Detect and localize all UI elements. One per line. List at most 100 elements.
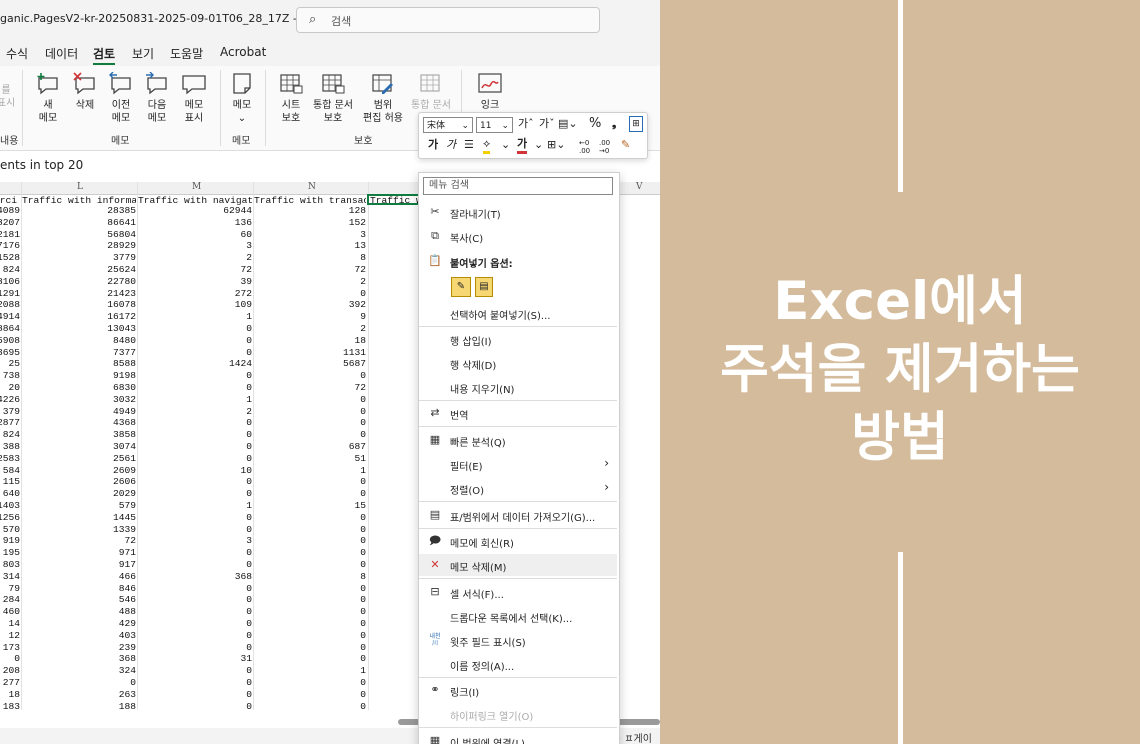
table-cell[interactable]: 0 (138, 584, 252, 594)
table-cell[interactable]: 4226 (0, 395, 20, 405)
table-cell[interactable]: 72 (22, 536, 136, 546)
table-cell[interactable]: 0 (138, 442, 252, 452)
table-cell[interactable]: 16078 (22, 300, 136, 310)
menu-item-format-cells[interactable]: ⊟ 셀 서식(F)... (419, 581, 617, 603)
table-cell[interactable]: 18 (0, 690, 20, 700)
table-cell[interactable]: 971 (22, 548, 136, 558)
menu-item-copy[interactable]: ⧉ 복사(C) (419, 225, 617, 247)
table-cell[interactable]: 2877 (0, 418, 20, 428)
increase-decimal-button[interactable]: ←0 .00 (579, 139, 593, 155)
table-cell[interactable]: 0 (254, 407, 366, 417)
table-cell[interactable]: 136 (138, 218, 252, 228)
table-cell[interactable]: 0 (138, 643, 252, 653)
table-cell[interactable]: 1291 (0, 289, 20, 299)
table-cell[interactable]: 0 (138, 595, 252, 605)
table-cell[interactable]: 917 (22, 560, 136, 570)
table-cell[interactable]: 56804 (22, 230, 136, 240)
table-cell[interactable]: 208 (0, 666, 20, 676)
table-cell[interactable]: 6830 (22, 383, 136, 393)
table-cell[interactable]: 368 (138, 572, 252, 582)
table-cell[interactable]: 0 (254, 702, 366, 710)
table-cell[interactable]: 8 (254, 572, 366, 582)
column-header-m[interactable]: M (192, 182, 201, 192)
menu-item-filter[interactable]: 필터(E) › (419, 453, 617, 475)
table-cell[interactable]: 195 (0, 548, 20, 558)
table-cell[interactable]: 72 (254, 265, 366, 275)
table-cell[interactable]: 2 (138, 253, 252, 263)
table-cell[interactable]: 403 (22, 631, 136, 641)
table-cell[interactable]: 128 (254, 206, 366, 216)
table-cell[interactable]: 1528 (0, 253, 20, 263)
table-cell[interactable]: 0 (138, 702, 252, 710)
table-cell[interactable]: 570 (0, 525, 20, 535)
table-cell[interactable]: 39 (138, 277, 252, 287)
table-cell[interactable]: 824 (0, 265, 20, 275)
table-cell[interactable]: 1 (138, 312, 252, 322)
menu-item-delete-comment[interactable]: ✕ 메모 삭제(M) (419, 554, 617, 576)
menu-item-get-data[interactable]: ▤ 표/범위에서 데이터 가져오기(G)... (419, 504, 617, 526)
protect-sheet-button[interactable]: 시트 보호 (274, 72, 308, 125)
table-cell[interactable]: 803 (0, 560, 20, 570)
menu-item-sort[interactable]: 정렬(O) › (419, 477, 617, 499)
column-header-n[interactable]: N (308, 182, 316, 192)
next-comment-button[interactable]: 다음 메모 (142, 72, 172, 125)
table-cell[interactable]: 20 (0, 383, 20, 393)
table-cell[interactable]: 0 (138, 666, 252, 676)
table-cell[interactable]: 3074 (22, 442, 136, 452)
table-cell[interactable]: 277 (0, 678, 20, 688)
decrease-decimal-button[interactable]: .00 →0 (599, 139, 613, 155)
table-cell[interactable]: 72 (138, 265, 252, 275)
tab-data[interactable]: 데이터 (45, 45, 78, 62)
borders-icon[interactable]: ⊞⌄ (547, 138, 565, 152)
menu-item-cut[interactable]: ✂ 잘라내기(T) (419, 201, 617, 223)
table-cell[interactable]: 239 (22, 643, 136, 653)
table-cell[interactable]: 2 (138, 407, 252, 417)
table-cell[interactable]: 0 (138, 489, 252, 499)
table-cell[interactable]: 314 (0, 572, 20, 582)
menu-search-input[interactable]: 메뉴 검색 (423, 177, 613, 195)
table-cell[interactable]: 8 (254, 253, 366, 263)
table-cell[interactable]: 8106 (0, 277, 20, 287)
tab-help[interactable]: 도움말 (170, 45, 203, 62)
chevron-down-icon[interactable]: ⌄ (534, 138, 543, 152)
table-cell[interactable]: 28929 (22, 241, 136, 251)
table-cell[interactable]: 10 (138, 466, 252, 476)
table-cell[interactable]: 1403 (0, 501, 20, 511)
table-cell[interactable]: 0 (254, 690, 366, 700)
table-cell[interactable]: 2 (254, 324, 366, 334)
align-icon[interactable]: ☰ (464, 138, 474, 152)
table-cell[interactable]: 1131 (254, 348, 366, 358)
accounting-format-icon[interactable]: ▤⌄ (558, 117, 578, 131)
table-cell[interactable]: 466 (22, 572, 136, 582)
table-cell[interactable]: 5687 (254, 359, 366, 369)
menu-item-show-phonetic[interactable]: 내천 川 윗주 필드 표시(S) (419, 629, 617, 651)
table-cell[interactable]: 0 (138, 631, 252, 641)
selected-cell[interactable] (367, 194, 421, 205)
table-cell[interactable]: 1256 (0, 513, 20, 523)
table-cell[interactable]: 86641 (22, 218, 136, 228)
menu-item-quick-analysis[interactable]: ▦ 빠른 분석(Q) (419, 429, 617, 451)
tab-view[interactable]: 보기 (132, 45, 154, 62)
table-cell[interactable]: 392 (254, 300, 366, 310)
tab-formulas[interactable]: 수식 (6, 45, 28, 62)
table-cell[interactable]: 22780 (22, 277, 136, 287)
table-cell[interactable]: 388 (0, 442, 20, 452)
table-cell[interactable]: 0 (138, 513, 252, 523)
notes-button[interactable]: 메모 ⌄ (227, 72, 257, 125)
table-cell[interactable]: 2 (254, 277, 366, 287)
table-cell[interactable]: 1445 (22, 513, 136, 523)
comma-style-button[interactable]: ❟ (612, 117, 616, 131)
header-cell[interactable]: erci (0, 196, 20, 206)
table-cell[interactable]: 7176 (0, 241, 20, 251)
table-cell[interactable]: 183 (0, 702, 20, 710)
table-cell[interactable]: 3 (138, 241, 252, 251)
table-cell[interactable]: 3858 (22, 430, 136, 440)
table-cell[interactable]: 2606 (22, 477, 136, 487)
table-cell[interactable]: 0 (254, 560, 366, 570)
paste-option-values-icon[interactable]: ▤ (475, 277, 493, 297)
header-cell[interactable]: Traffic with transact (254, 196, 366, 206)
table-cell[interactable]: 824 (0, 430, 20, 440)
table-cell[interactable]: 0 (254, 678, 366, 688)
decrease-font-button[interactable]: 가ˇ (539, 117, 555, 131)
workbook-title[interactable]: ganic.PagesV2-kr-20250831-2025-09-01T06_… (0, 12, 329, 25)
